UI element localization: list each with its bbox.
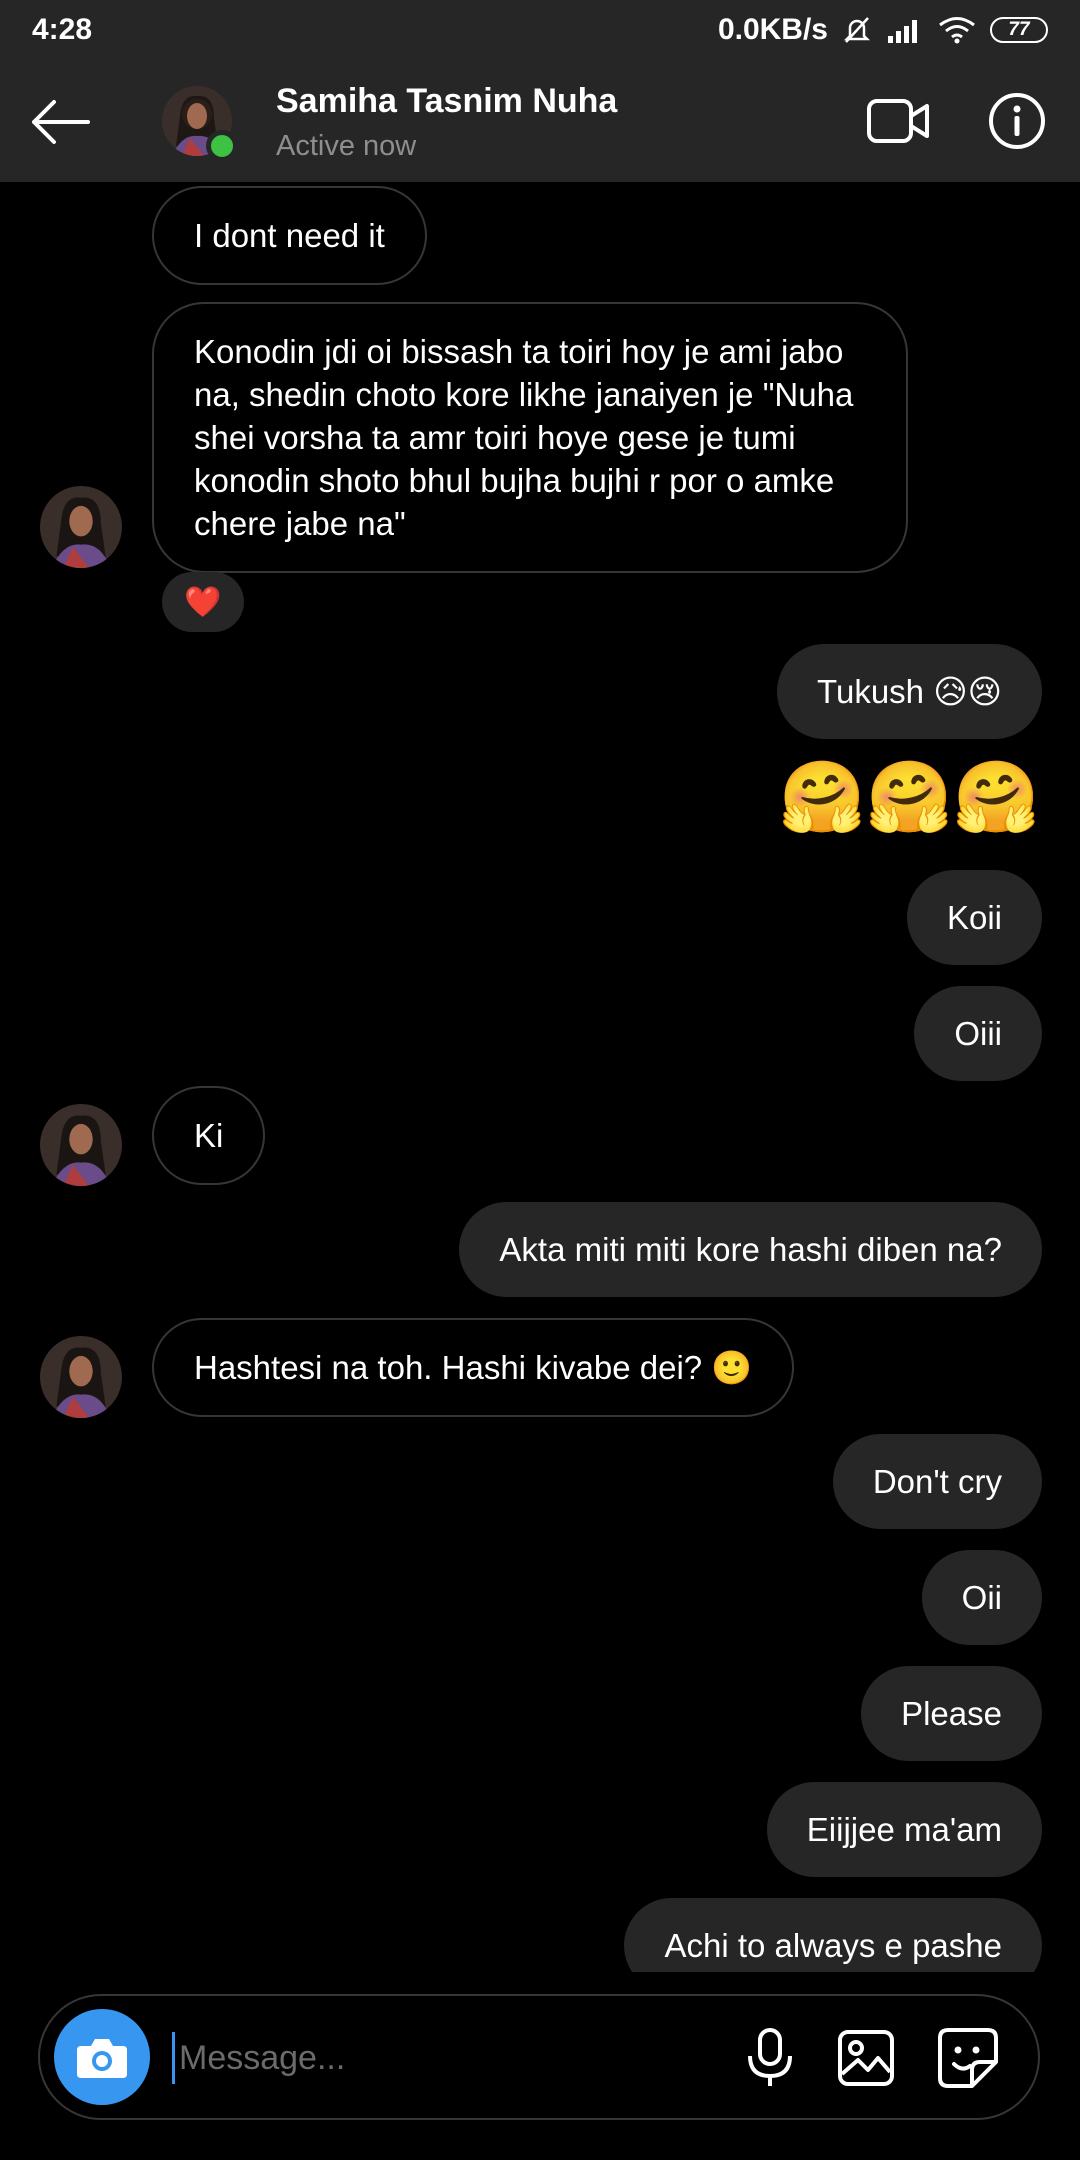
- outgoing-message[interactable]: Achi to always e pashe: [624, 1898, 1042, 1972]
- hugging-emojis: 🤗🤗🤗: [778, 758, 1040, 836]
- video-call-icon[interactable]: [866, 96, 930, 146]
- contact-name[interactable]: Samiha Tasnim Nuha: [276, 82, 617, 121]
- outgoing-message[interactable]: Oiii: [914, 986, 1042, 1081]
- outgoing-message[interactable]: Don't cry: [832, 1434, 1042, 1529]
- online-indicator: [206, 130, 238, 162]
- avatar[interactable]: [40, 486, 122, 568]
- outgoing-message[interactable]: Eiijjee ma'am: [766, 1782, 1042, 1877]
- incoming-message[interactable]: Ki: [152, 1086, 266, 1185]
- avatar[interactable]: [40, 1336, 122, 1418]
- status-bar: 4:28 0.0KB/s 77: [0, 0, 1080, 60]
- outgoing-message[interactable]: Oii: [921, 1550, 1042, 1645]
- active-status: Active now: [276, 130, 417, 162]
- chat-header: Samiha Tasnim Nuha Active now: [0, 60, 1080, 182]
- outgoing-message[interactable]: Akta miti miti kore hashi diben na?: [459, 1202, 1042, 1297]
- outgoing-message[interactable]: Please: [861, 1666, 1042, 1761]
- heart-reaction[interactable]: ❤️: [162, 572, 244, 632]
- heart-reaction-emoji: ❤️: [184, 585, 222, 619]
- back-arrow-icon[interactable]: [28, 92, 92, 152]
- message-input[interactable]: [172, 2032, 541, 2084]
- network-speed: 0.0KB/s: [717, 13, 828, 46]
- camera-icon: [77, 2039, 127, 2078]
- incoming-message[interactable]: Konodin jdi oi bissash ta toiri hoy je a…: [152, 302, 908, 573]
- sticker-icon[interactable]: [936, 2026, 1000, 2090]
- battery-level: 77: [1008, 19, 1030, 40]
- microphone-icon[interactable]: [740, 2026, 800, 2090]
- wifi-icon: [939, 17, 975, 44]
- status-time: 4:28: [32, 13, 93, 46]
- emoji-message[interactable]: 🤗🤗🤗: [779, 757, 1040, 837]
- avatar[interactable]: [40, 1104, 122, 1186]
- muted-bell-icon: [843, 17, 871, 43]
- battery-icon: 77: [990, 17, 1048, 43]
- outgoing-message[interactable]: Tukush 😥😢: [777, 644, 1042, 739]
- info-icon[interactable]: [988, 92, 1046, 150]
- camera-button[interactable]: [54, 2009, 150, 2105]
- signal-icon: [888, 20, 917, 43]
- header-avatar[interactable]: [162, 86, 238, 162]
- message-thread[interactable]: I dont need it Konodin jdi oi bissash ta…: [0, 182, 1080, 1972]
- profile-photo: [40, 1336, 122, 1418]
- incoming-message[interactable]: Hashtesi na toh. Hashi kivabe dei? 🙂: [152, 1318, 795, 1417]
- gallery-icon[interactable]: [836, 2028, 896, 2088]
- profile-photo: [40, 486, 122, 568]
- outgoing-message[interactable]: Koii: [906, 870, 1042, 965]
- message-composer: [38, 1994, 1040, 2120]
- profile-photo: [40, 1104, 122, 1186]
- incoming-message[interactable]: I dont need it: [152, 186, 427, 285]
